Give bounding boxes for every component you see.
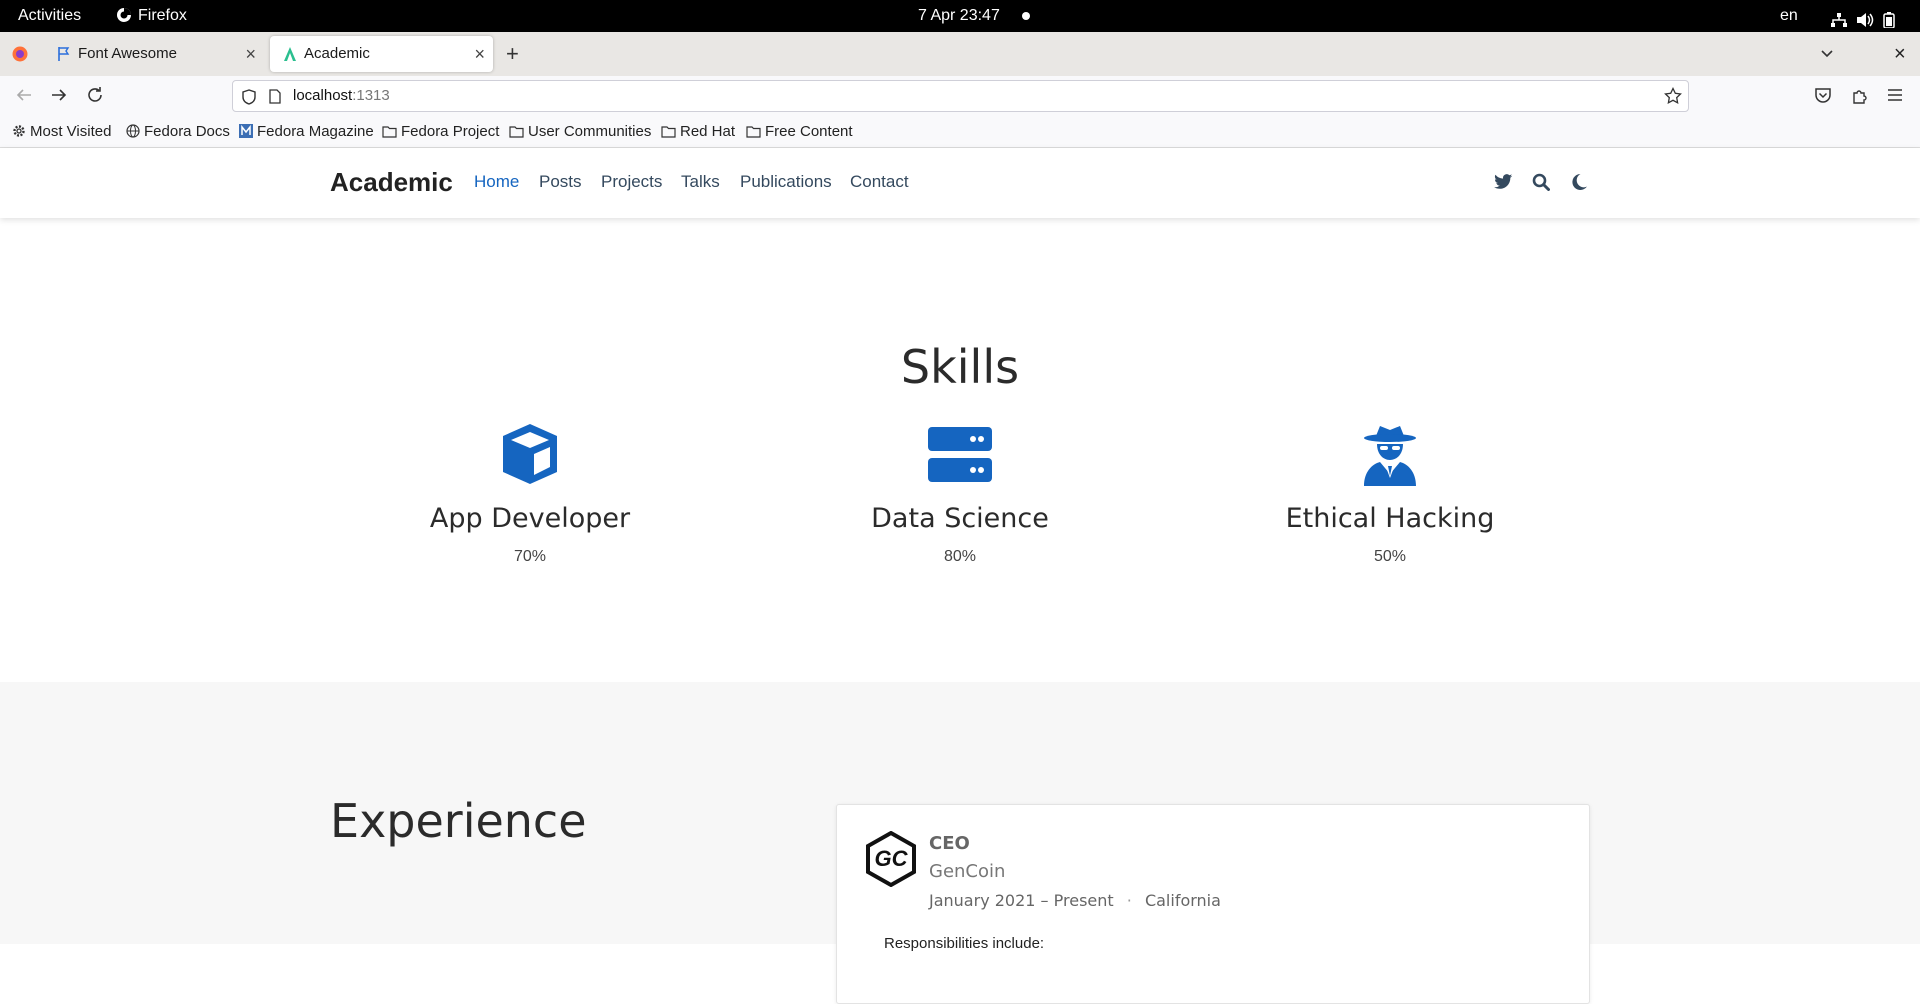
dark-mode-moon-icon[interactable] bbox=[1571, 173, 1588, 196]
activities-button[interactable]: Activities bbox=[18, 0, 81, 32]
back-arrow-icon[interactable] bbox=[15, 86, 33, 109]
bookmark-most-visited[interactable]: Most Visited bbox=[12, 116, 111, 148]
new-tab-plus-icon[interactable]: + bbox=[506, 36, 519, 72]
twitter-icon[interactable] bbox=[1494, 174, 1513, 195]
nav-home[interactable]: Home bbox=[474, 172, 519, 192]
company-logo[interactable]: GC bbox=[863, 830, 919, 892]
skill-ethical-hacking: Ethical Hacking 50% bbox=[1190, 422, 1590, 566]
job-dates: January 2021 – Present bbox=[929, 891, 1114, 910]
meta-separator: · bbox=[1126, 891, 1132, 910]
tab-close-icon[interactable]: × bbox=[474, 36, 485, 72]
bookmark-star-icon[interactable] bbox=[1664, 86, 1682, 110]
bookmark-fedora-docs[interactable]: Fedora Docs bbox=[126, 116, 230, 148]
reload-icon[interactable] bbox=[86, 86, 104, 109]
nav-publications[interactable]: Publications bbox=[740, 172, 832, 192]
experience-title: Experience bbox=[330, 794, 587, 848]
gear-icon bbox=[13, 125, 25, 137]
search-icon[interactable] bbox=[1532, 173, 1550, 196]
server-icon bbox=[928, 427, 992, 482]
site-header: Academic Home Posts Projects Talks Publi… bbox=[0, 148, 1920, 218]
fedora-magazine-icon bbox=[239, 124, 253, 138]
skill-name: App Developer bbox=[429, 503, 631, 534]
nav-projects[interactable]: Projects bbox=[601, 172, 662, 192]
clock[interactable]: 7 Apr 23:47 bbox=[918, 0, 1000, 32]
network-icon bbox=[1831, 13, 1847, 27]
bookmark-label: Most Visited bbox=[30, 123, 112, 140]
tab-title: Font Awesome bbox=[78, 45, 177, 62]
browser-nav-bar: localhost:1313 bbox=[0, 76, 1920, 116]
notification-dot bbox=[1022, 12, 1030, 20]
tab-close-icon[interactable]: × bbox=[245, 36, 256, 72]
job-location: California bbox=[1144, 891, 1221, 910]
firefox-logo-icon bbox=[12, 46, 28, 62]
folder-icon bbox=[382, 126, 397, 138]
cube-icon bbox=[503, 424, 557, 484]
language-indicator[interactable]: en bbox=[1780, 0, 1798, 32]
url-port: :1313 bbox=[352, 87, 390, 104]
menu-hamburger-icon[interactable] bbox=[1887, 88, 1903, 107]
skills-section: Skills App Developer 70% Data Science 80… bbox=[0, 228, 1920, 682]
bookmark-label: Fedora Magazine bbox=[257, 123, 374, 140]
tab-font-awesome[interactable]: Font Awesome × bbox=[44, 36, 264, 72]
skill-percent: 80% bbox=[943, 548, 977, 565]
skills-title: Skills bbox=[900, 340, 1020, 394]
window-close-icon[interactable]: × bbox=[1894, 36, 1906, 72]
nav-posts[interactable]: Posts bbox=[539, 172, 582, 192]
skill-name: Data Science bbox=[871, 503, 1049, 534]
browser-tab-strip: Font Awesome × Academic × + × bbox=[0, 32, 1920, 76]
company-name[interactable]: GenCoin bbox=[929, 861, 1005, 882]
tab-title: Academic bbox=[304, 45, 370, 62]
logo-text: GC bbox=[874, 846, 908, 871]
extensions-puzzle-icon[interactable] bbox=[1851, 87, 1869, 110]
nav-talks[interactable]: Talks bbox=[681, 172, 720, 192]
user-secret-icon bbox=[1364, 426, 1416, 486]
skill-name: Ethical Hacking bbox=[1285, 503, 1495, 534]
bookmark-free-content[interactable]: Free Content bbox=[746, 116, 853, 148]
folder-icon bbox=[509, 126, 524, 138]
address-bar[interactable]: localhost:1313 bbox=[232, 80, 1689, 112]
skill-percent: 70% bbox=[513, 548, 547, 565]
pocket-icon[interactable] bbox=[1814, 87, 1832, 109]
system-status-area[interactable] bbox=[1830, 8, 1895, 29]
bookmark-label: Free Content bbox=[765, 123, 853, 140]
skill-percent: 50% bbox=[1373, 548, 1407, 565]
system-top-bar: Activities Firefox 7 Apr 23:47 en bbox=[0, 0, 1920, 32]
skill-app-developer: App Developer 70% bbox=[330, 422, 730, 566]
bookmark-label: Fedora Docs bbox=[144, 123, 230, 140]
url-host: localhost bbox=[293, 87, 353, 104]
flag-icon bbox=[58, 47, 70, 61]
bookmark-fedora-project[interactable]: Fedora Project bbox=[382, 116, 499, 148]
firefox-icon bbox=[117, 8, 131, 22]
shield-icon[interactable] bbox=[242, 89, 256, 110]
firefox-view-button[interactable] bbox=[12, 46, 28, 67]
job-role: CEO bbox=[929, 833, 970, 854]
bookmark-fedora-magazine[interactable]: Fedora Magazine bbox=[239, 116, 374, 148]
tab-academic[interactable]: Academic × bbox=[270, 36, 493, 72]
app-menu[interactable]: Firefox bbox=[116, 0, 187, 32]
academic-favicon-icon bbox=[284, 47, 296, 61]
bookmark-user-communities[interactable]: User Communities bbox=[509, 116, 651, 148]
experience-card: GC CEO GenCoin January 2021 – Present · … bbox=[836, 804, 1590, 1004]
job-meta: January 2021 – Present · California bbox=[929, 891, 1221, 910]
url-text[interactable]: localhost:1313 bbox=[293, 81, 390, 111]
globe-icon bbox=[126, 124, 140, 138]
bookmarks-toolbar: Most Visited Fedora Docs Fedora Magazine… bbox=[0, 116, 1920, 148]
folder-icon bbox=[661, 126, 676, 138]
list-tabs-chevron-down-icon[interactable] bbox=[1820, 46, 1834, 65]
skill-data-science: Data Science 80% bbox=[760, 422, 1160, 566]
bookmark-label: Red Hat bbox=[680, 123, 736, 140]
volume-icon bbox=[1857, 13, 1874, 27]
battery-icon bbox=[1883, 12, 1895, 29]
nav-contact[interactable]: Contact bbox=[850, 172, 909, 192]
bookmark-red-hat[interactable]: Red Hat bbox=[661, 116, 735, 148]
experience-section: Experience GC CEO GenCoin January 2021 –… bbox=[0, 682, 1920, 1004]
folder-icon bbox=[746, 126, 761, 138]
bookmark-label: Fedora Project bbox=[401, 123, 500, 140]
forward-arrow-icon[interactable] bbox=[50, 86, 68, 109]
app-name: Firefox bbox=[138, 7, 187, 24]
bookmark-label: User Communities bbox=[528, 123, 652, 140]
page-info-icon[interactable] bbox=[269, 89, 281, 109]
site-brand[interactable]: Academic bbox=[330, 167, 453, 198]
